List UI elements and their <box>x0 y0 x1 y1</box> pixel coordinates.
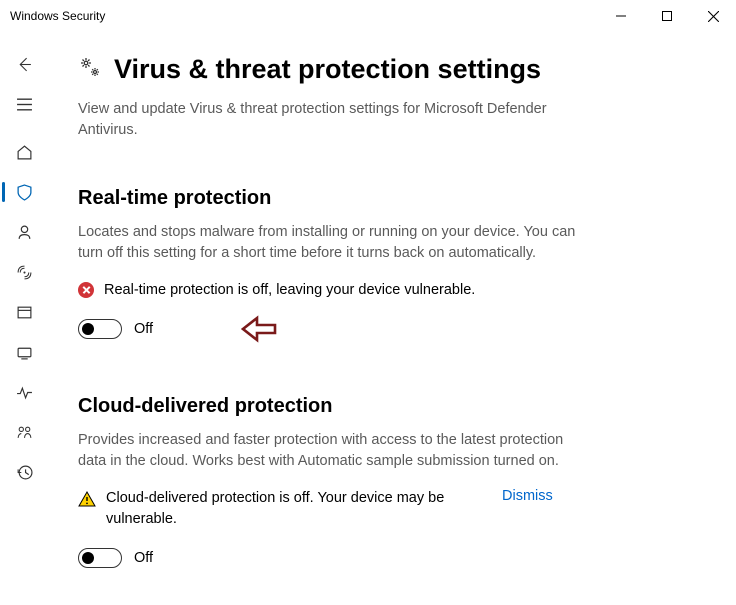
sidebar-item-virus[interactable] <box>2 172 46 212</box>
realtime-alert: Real-time protection is off, leaving you… <box>78 280 706 301</box>
close-button[interactable] <box>690 0 736 32</box>
page-title: Virus & threat protection settings <box>114 54 541 85</box>
sidebar <box>0 32 48 605</box>
content: Virus & threat protection settings View … <box>48 32 736 605</box>
window-title: Windows Security <box>10 9 598 23</box>
cloud-toggle-row: Off <box>78 548 706 568</box>
sidebar-item-account[interactable] <box>2 212 46 252</box>
realtime-heading: Real-time protection <box>78 187 706 210</box>
back-button[interactable] <box>2 44 46 84</box>
error-icon <box>78 282 94 298</box>
sidebar-item-home[interactable] <box>2 132 46 172</box>
realtime-section: Real-time protection Locates and stops m… <box>78 187 706 339</box>
warning-icon <box>78 490 96 508</box>
cloud-description: Provides increased and faster protection… <box>78 430 578 472</box>
cloud-section: Cloud-delivered protection Provides incr… <box>78 395 706 568</box>
realtime-description: Locates and stops malware from installin… <box>78 222 578 264</box>
sidebar-item-history[interactable] <box>2 452 46 492</box>
realtime-alert-text: Real-time protection is off, leaving you… <box>104 280 475 301</box>
menu-button[interactable] <box>2 84 46 124</box>
cloud-alert: Cloud-delivered protection is off. Your … <box>78 488 706 530</box>
settings-gears-icon <box>78 55 102 84</box>
cloud-dismiss-link[interactable]: Dismiss <box>502 488 553 504</box>
page-description: View and update Virus & threat protectio… <box>78 99 588 141</box>
cloud-heading: Cloud-delivered protection <box>78 395 706 418</box>
sidebar-item-app-browser[interactable] <box>2 292 46 332</box>
titlebar: Windows Security <box>0 0 736 32</box>
annotation-arrow-icon <box>241 315 277 348</box>
sidebar-item-family[interactable] <box>2 412 46 452</box>
realtime-toggle[interactable] <box>78 319 122 339</box>
realtime-toggle-row: Off <box>78 319 706 339</box>
realtime-toggle-label: Off <box>134 321 153 337</box>
sidebar-item-device-security[interactable] <box>2 332 46 372</box>
cloud-alert-text: Cloud-delivered protection is off. Your … <box>106 488 486 530</box>
sidebar-item-performance[interactable] <box>2 372 46 412</box>
page-header: Virus & threat protection settings <box>78 54 706 85</box>
cloud-toggle-label: Off <box>134 550 153 566</box>
minimize-button[interactable] <box>598 0 644 32</box>
sidebar-item-firewall[interactable] <box>2 252 46 292</box>
maximize-button[interactable] <box>644 0 690 32</box>
cloud-toggle[interactable] <box>78 548 122 568</box>
